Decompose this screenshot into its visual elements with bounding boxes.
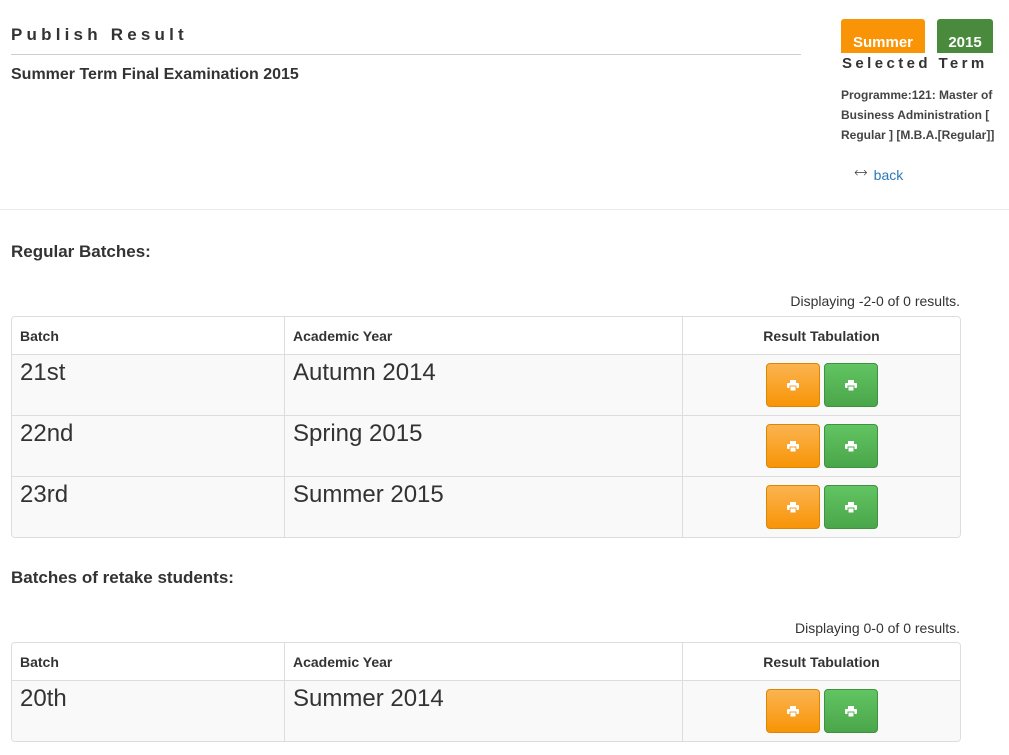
retake-batches-heading: Batches of retake students: xyxy=(11,568,234,587)
regular-batches-heading: Regular Batches: xyxy=(11,242,151,261)
print-button-green[interactable] xyxy=(823,689,878,733)
arrow-left-icon: 🡘 xyxy=(854,165,868,180)
table-row: 23rd Summer 2015 xyxy=(12,476,960,537)
back-label: back xyxy=(873,167,904,183)
academic-year-cell: Summer 2014 xyxy=(284,681,682,741)
print-button-green[interactable] xyxy=(823,485,878,529)
print-button-orange[interactable] xyxy=(765,363,820,407)
result-tabulation-cell xyxy=(682,477,960,537)
table-row: 21st Autumn 2014 xyxy=(12,354,960,415)
print-button-orange[interactable] xyxy=(765,485,820,529)
column-header-batch: Batch xyxy=(20,327,59,344)
exam-name: Summer Term Final Examination 2015 xyxy=(11,66,299,83)
retake-batches-table: Batch Academic Year Result Tabulation 20… xyxy=(11,642,961,742)
batch-cell: 21st xyxy=(20,359,66,386)
header-divider xyxy=(0,209,1009,210)
term-season-badge: Summer xyxy=(841,19,925,53)
print-icon xyxy=(844,440,857,452)
print-icon xyxy=(786,440,799,452)
page-title: Publish Result xyxy=(11,25,188,44)
batch-cell: 23rd xyxy=(20,481,69,508)
retake-summary: Displaying 0-0 of 0 results. xyxy=(795,620,960,636)
print-button-green[interactable] xyxy=(823,363,878,407)
batch-cell: 22nd xyxy=(20,420,74,447)
academic-year-cell: Spring 2015 xyxy=(284,416,682,476)
table-header: Batch Academic Year Result Tabulation xyxy=(12,643,960,680)
table-row: 20th Summer 2014 xyxy=(12,680,960,741)
column-header-result-tabulation: Result Tabulation xyxy=(682,643,960,680)
programme-info: Programme:121: Master of Business Admini… xyxy=(841,88,995,142)
back-link[interactable]: 🡘 back xyxy=(854,164,903,186)
print-button-green[interactable] xyxy=(823,424,878,468)
academic-year-cell: Summer 2015 xyxy=(284,477,682,537)
table-header: Batch Academic Year Result Tabulation xyxy=(12,317,960,354)
column-header-academic-year: Academic Year xyxy=(284,643,682,680)
table-row: 22nd Spring 2015 xyxy=(12,415,960,476)
result-tabulation-cell xyxy=(682,355,960,415)
print-button-orange[interactable] xyxy=(765,424,820,468)
batch-cell: 20th xyxy=(20,685,67,712)
column-header-academic-year: Academic Year xyxy=(284,317,682,354)
print-button-orange[interactable] xyxy=(765,689,820,733)
regular-summary: Displaying -2-0 of 0 results. xyxy=(790,293,960,309)
result-tabulation-cell xyxy=(682,416,960,476)
print-icon xyxy=(844,501,857,513)
column-header-batch: Batch xyxy=(20,653,59,670)
academic-year-cell: Autumn 2014 xyxy=(284,355,682,415)
selected-term-label: Selected Term xyxy=(842,55,988,72)
result-tabulation-cell xyxy=(682,681,960,741)
title-rule xyxy=(11,54,801,55)
column-header-result-tabulation: Result Tabulation xyxy=(682,317,960,354)
print-icon xyxy=(786,379,799,391)
regular-batches-table: Batch Academic Year Result Tabulation 21… xyxy=(11,316,961,538)
print-icon xyxy=(844,705,857,717)
print-icon xyxy=(786,501,799,513)
print-icon xyxy=(786,705,799,717)
print-icon xyxy=(844,379,857,391)
term-year-badge: 2015 xyxy=(937,19,993,53)
